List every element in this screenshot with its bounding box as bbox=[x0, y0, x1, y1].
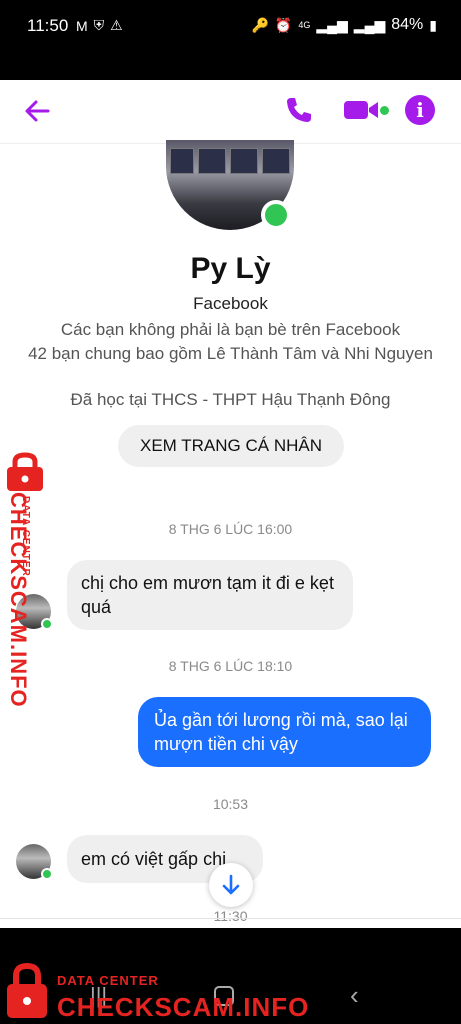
watermark-bottom-text: CHECKSCAM.INFO bbox=[57, 992, 310, 1022]
chat-screen: i Py Lỳ Facebook Các bạn không phải là b… bbox=[0, 80, 461, 928]
status-time: 11:50 bbox=[27, 16, 69, 35]
message-timestamp: 8 THG 6 LÚC 16:00 bbox=[168, 521, 293, 537]
online-indicator bbox=[261, 200, 291, 230]
video-camera-icon[interactable] bbox=[342, 94, 382, 126]
system-icons: 🔑 ⏰ 4G ▂▄▆ ▂▄▆ 84% ▮ bbox=[251, 16, 437, 34]
avatar-detail bbox=[262, 148, 290, 174]
status-bar: 11:50 M ⛨ ⚠ 🔑 ⏰ 4G ▂▄▆ ▂▄▆ 84% ▮ bbox=[0, 0, 461, 80]
back-icon[interactable]: ‹ bbox=[350, 980, 359, 1011]
message-timestamp: 11:30 bbox=[213, 908, 248, 924]
profile-source: Facebook bbox=[193, 294, 268, 313]
chat-header: i bbox=[0, 80, 461, 144]
watermark-bottom-subtext: DATA CENTER bbox=[57, 973, 159, 988]
shield-icon: ⛨ bbox=[93, 17, 105, 33]
education-text: Đã học tại THCS - THPT Hậu Thạnh Đông bbox=[70, 390, 391, 409]
watermark-side-subtext: DATA CENTER bbox=[20, 496, 31, 577]
mutual-friends-text: 42 bạn chung bao gồm Lê Thành Tâm và Nhi… bbox=[28, 344, 433, 363]
watermark-side: CHECKSCAM.INFO DATA CENTER bbox=[3, 452, 51, 708]
notification-icons: M ⛨ ⚠ bbox=[76, 17, 123, 34]
signal-icon: ▂▄▆ bbox=[316, 16, 348, 33]
scroll-to-bottom-button[interactable] bbox=[209, 863, 253, 907]
avatar-detail bbox=[230, 148, 258, 174]
key-icon: 🔑 bbox=[251, 16, 269, 33]
notification-m-icon: M bbox=[76, 17, 88, 34]
active-status-dot bbox=[380, 106, 389, 115]
alarm-icon: ⏰ bbox=[274, 16, 293, 33]
network-label: 4G bbox=[298, 20, 311, 30]
battery-icon: ▮ bbox=[429, 16, 437, 33]
battery-level: 84% bbox=[391, 16, 424, 33]
signal-icon-2: ▂▄▆ bbox=[353, 16, 386, 33]
online-indicator bbox=[41, 868, 53, 880]
lock-icon bbox=[7, 452, 43, 491]
incoming-message[interactable]: chị cho em mươn tạm it đi e kẹt quá bbox=[67, 560, 353, 630]
outgoing-message[interactable]: Ủa gần tới lương rồi mà, sao lại mượn ti… bbox=[138, 697, 431, 767]
arrow-down-icon bbox=[222, 874, 240, 895]
avatar-detail bbox=[170, 148, 194, 174]
phone-icon[interactable] bbox=[283, 94, 315, 126]
avatar-detail bbox=[198, 148, 226, 174]
lock-icon bbox=[7, 962, 47, 1018]
view-profile-button[interactable]: XEM TRANG CÁ NHÂN bbox=[118, 425, 344, 467]
not-friends-text: Các bạn không phải là bạn bè trên Facebo… bbox=[60, 320, 401, 339]
message-timestamp: 8 THG 6 LÚC 18:10 bbox=[168, 658, 293, 674]
message-timestamp: 10:53 bbox=[212, 796, 249, 812]
profile-name: Py Lỳ bbox=[190, 252, 271, 285]
arrow-left-icon[interactable] bbox=[22, 96, 52, 126]
composer-divider bbox=[0, 918, 461, 919]
warning-icon: ⚠ bbox=[110, 17, 123, 33]
info-icon[interactable]: i bbox=[405, 95, 435, 125]
